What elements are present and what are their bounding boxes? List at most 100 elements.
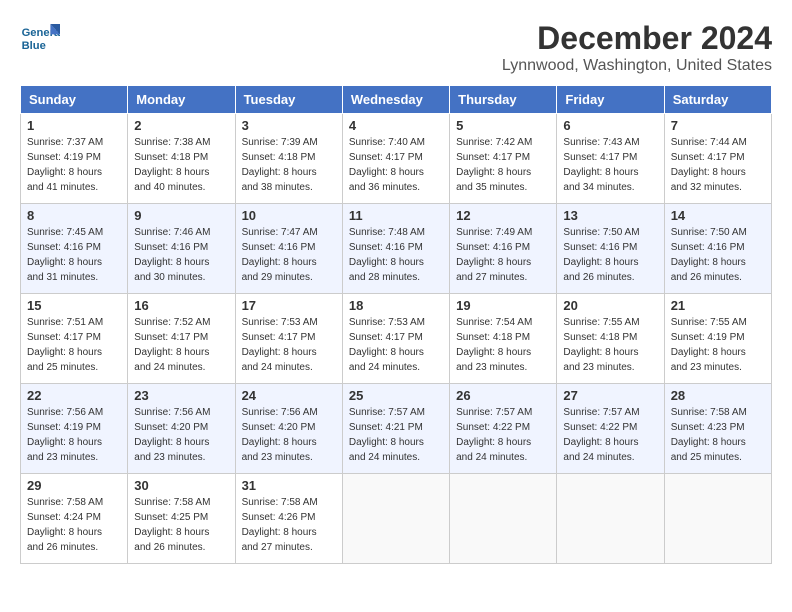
weekday-header-sunday: Sunday (21, 86, 128, 114)
svg-text:Blue: Blue (22, 40, 46, 52)
day-number: 20 (563, 298, 657, 313)
day-number: 10 (242, 208, 336, 223)
calendar-day-cell (664, 474, 771, 564)
calendar-day-cell: 13 Sunrise: 7:50 AM Sunset: 4:16 PM Dayl… (557, 204, 664, 294)
calendar-day-cell: 9 Sunrise: 7:46 AM Sunset: 4:16 PM Dayli… (128, 204, 235, 294)
logo-icon: General Blue (20, 20, 60, 56)
day-info: Sunrise: 7:58 AM Sunset: 4:26 PM Dayligh… (242, 495, 336, 555)
day-info: Sunrise: 7:58 AM Sunset: 4:23 PM Dayligh… (671, 405, 765, 465)
calendar-day-cell: 5 Sunrise: 7:42 AM Sunset: 4:17 PM Dayli… (450, 114, 557, 204)
weekday-header-saturday: Saturday (664, 86, 771, 114)
day-info: Sunrise: 7:52 AM Sunset: 4:17 PM Dayligh… (134, 315, 228, 375)
day-number: 22 (27, 388, 121, 403)
day-number: 3 (242, 118, 336, 133)
day-info: Sunrise: 7:43 AM Sunset: 4:17 PM Dayligh… (563, 135, 657, 195)
day-info: Sunrise: 7:48 AM Sunset: 4:16 PM Dayligh… (349, 225, 443, 285)
day-info: Sunrise: 7:57 AM Sunset: 4:22 PM Dayligh… (563, 405, 657, 465)
day-info: Sunrise: 7:50 AM Sunset: 4:16 PM Dayligh… (563, 225, 657, 285)
logo: General Blue (20, 20, 60, 56)
day-info: Sunrise: 7:53 AM Sunset: 4:17 PM Dayligh… (349, 315, 443, 375)
calendar-body: 1 Sunrise: 7:37 AM Sunset: 4:19 PM Dayli… (21, 114, 772, 564)
calendar-day-cell (557, 474, 664, 564)
day-number: 25 (349, 388, 443, 403)
day-number: 8 (27, 208, 121, 223)
calendar-table: SundayMondayTuesdayWednesdayThursdayFrid… (20, 85, 772, 564)
day-info: Sunrise: 7:57 AM Sunset: 4:22 PM Dayligh… (456, 405, 550, 465)
calendar-day-cell: 2 Sunrise: 7:38 AM Sunset: 4:18 PM Dayli… (128, 114, 235, 204)
day-info: Sunrise: 7:44 AM Sunset: 4:17 PM Dayligh… (671, 135, 765, 195)
calendar-week-row: 22 Sunrise: 7:56 AM Sunset: 4:19 PM Dayl… (21, 384, 772, 474)
day-info: Sunrise: 7:45 AM Sunset: 4:16 PM Dayligh… (27, 225, 121, 285)
calendar-day-cell (450, 474, 557, 564)
calendar-week-row: 15 Sunrise: 7:51 AM Sunset: 4:17 PM Dayl… (21, 294, 772, 384)
calendar-day-cell: 7 Sunrise: 7:44 AM Sunset: 4:17 PM Dayli… (664, 114, 771, 204)
calendar-week-row: 8 Sunrise: 7:45 AM Sunset: 4:16 PM Dayli… (21, 204, 772, 294)
calendar-day-cell: 1 Sunrise: 7:37 AM Sunset: 4:19 PM Dayli… (21, 114, 128, 204)
day-info: Sunrise: 7:47 AM Sunset: 4:16 PM Dayligh… (242, 225, 336, 285)
calendar-day-cell: 10 Sunrise: 7:47 AM Sunset: 4:16 PM Dayl… (235, 204, 342, 294)
calendar-day-cell: 22 Sunrise: 7:56 AM Sunset: 4:19 PM Dayl… (21, 384, 128, 474)
day-info: Sunrise: 7:42 AM Sunset: 4:17 PM Dayligh… (456, 135, 550, 195)
day-number: 1 (27, 118, 121, 133)
day-number: 19 (456, 298, 550, 313)
calendar-day-cell: 27 Sunrise: 7:57 AM Sunset: 4:22 PM Dayl… (557, 384, 664, 474)
day-info: Sunrise: 7:56 AM Sunset: 4:19 PM Dayligh… (27, 405, 121, 465)
calendar-day-cell: 28 Sunrise: 7:58 AM Sunset: 4:23 PM Dayl… (664, 384, 771, 474)
calendar-day-cell: 4 Sunrise: 7:40 AM Sunset: 4:17 PM Dayli… (342, 114, 449, 204)
day-number: 18 (349, 298, 443, 313)
calendar-day-cell: 20 Sunrise: 7:55 AM Sunset: 4:18 PM Dayl… (557, 294, 664, 384)
weekday-header-tuesday: Tuesday (235, 86, 342, 114)
calendar-day-cell: 26 Sunrise: 7:57 AM Sunset: 4:22 PM Dayl… (450, 384, 557, 474)
day-info: Sunrise: 7:37 AM Sunset: 4:19 PM Dayligh… (27, 135, 121, 195)
calendar-day-cell: 12 Sunrise: 7:49 AM Sunset: 4:16 PM Dayl… (450, 204, 557, 294)
day-number: 31 (242, 478, 336, 493)
day-number: 4 (349, 118, 443, 133)
day-info: Sunrise: 7:39 AM Sunset: 4:18 PM Dayligh… (242, 135, 336, 195)
month-year-title: December 2024 (502, 20, 772, 57)
calendar-day-cell: 30 Sunrise: 7:58 AM Sunset: 4:25 PM Dayl… (128, 474, 235, 564)
day-info: Sunrise: 7:58 AM Sunset: 4:24 PM Dayligh… (27, 495, 121, 555)
calendar-header-row: SundayMondayTuesdayWednesdayThursdayFrid… (21, 86, 772, 114)
calendar-day-cell: 31 Sunrise: 7:58 AM Sunset: 4:26 PM Dayl… (235, 474, 342, 564)
calendar-day-cell: 16 Sunrise: 7:52 AM Sunset: 4:17 PM Dayl… (128, 294, 235, 384)
day-info: Sunrise: 7:51 AM Sunset: 4:17 PM Dayligh… (27, 315, 121, 375)
page-header: General Blue December 2024 Lynnwood, Was… (20, 20, 772, 75)
calendar-day-cell (342, 474, 449, 564)
day-number: 26 (456, 388, 550, 403)
weekday-header-thursday: Thursday (450, 86, 557, 114)
location-subtitle: Lynnwood, Washington, United States (502, 57, 772, 75)
calendar-day-cell: 6 Sunrise: 7:43 AM Sunset: 4:17 PM Dayli… (557, 114, 664, 204)
calendar-day-cell: 17 Sunrise: 7:53 AM Sunset: 4:17 PM Dayl… (235, 294, 342, 384)
calendar-day-cell: 14 Sunrise: 7:50 AM Sunset: 4:16 PM Dayl… (664, 204, 771, 294)
day-info: Sunrise: 7:40 AM Sunset: 4:17 PM Dayligh… (349, 135, 443, 195)
day-number: 7 (671, 118, 765, 133)
calendar-day-cell: 8 Sunrise: 7:45 AM Sunset: 4:16 PM Dayli… (21, 204, 128, 294)
day-number: 16 (134, 298, 228, 313)
day-number: 24 (242, 388, 336, 403)
day-info: Sunrise: 7:55 AM Sunset: 4:19 PM Dayligh… (671, 315, 765, 375)
day-info: Sunrise: 7:56 AM Sunset: 4:20 PM Dayligh… (134, 405, 228, 465)
day-number: 21 (671, 298, 765, 313)
calendar-day-cell: 29 Sunrise: 7:58 AM Sunset: 4:24 PM Dayl… (21, 474, 128, 564)
weekday-header-monday: Monday (128, 86, 235, 114)
day-info: Sunrise: 7:38 AM Sunset: 4:18 PM Dayligh… (134, 135, 228, 195)
day-info: Sunrise: 7:57 AM Sunset: 4:21 PM Dayligh… (349, 405, 443, 465)
day-info: Sunrise: 7:46 AM Sunset: 4:16 PM Dayligh… (134, 225, 228, 285)
day-number: 9 (134, 208, 228, 223)
day-info: Sunrise: 7:50 AM Sunset: 4:16 PM Dayligh… (671, 225, 765, 285)
calendar-day-cell: 19 Sunrise: 7:54 AM Sunset: 4:18 PM Dayl… (450, 294, 557, 384)
day-number: 11 (349, 208, 443, 223)
day-info: Sunrise: 7:49 AM Sunset: 4:16 PM Dayligh… (456, 225, 550, 285)
day-info: Sunrise: 7:53 AM Sunset: 4:17 PM Dayligh… (242, 315, 336, 375)
day-info: Sunrise: 7:56 AM Sunset: 4:20 PM Dayligh… (242, 405, 336, 465)
weekday-header-friday: Friday (557, 86, 664, 114)
calendar-day-cell: 11 Sunrise: 7:48 AM Sunset: 4:16 PM Dayl… (342, 204, 449, 294)
day-number: 17 (242, 298, 336, 313)
calendar-day-cell: 21 Sunrise: 7:55 AM Sunset: 4:19 PM Dayl… (664, 294, 771, 384)
day-number: 30 (134, 478, 228, 493)
day-number: 12 (456, 208, 550, 223)
day-number: 6 (563, 118, 657, 133)
calendar-day-cell: 3 Sunrise: 7:39 AM Sunset: 4:18 PM Dayli… (235, 114, 342, 204)
day-number: 29 (27, 478, 121, 493)
day-info: Sunrise: 7:58 AM Sunset: 4:25 PM Dayligh… (134, 495, 228, 555)
